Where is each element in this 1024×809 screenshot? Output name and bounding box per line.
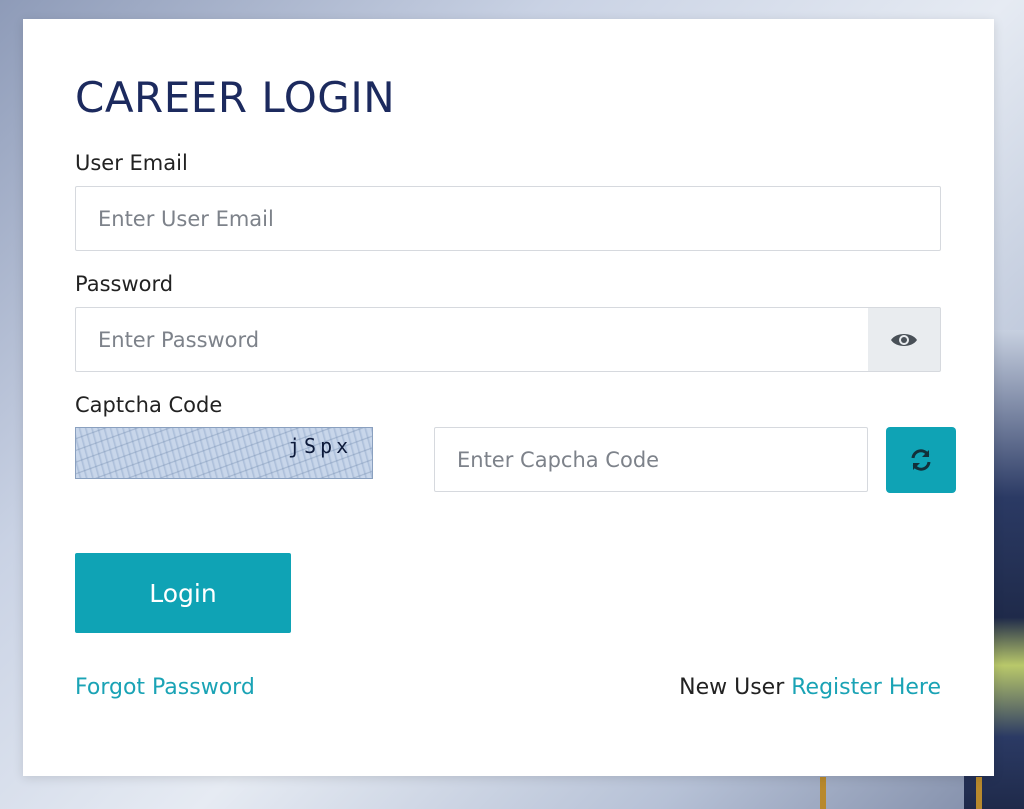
refresh-captcha-button[interactable]	[886, 427, 956, 493]
new-user-label: New User	[679, 675, 785, 700]
background-scaffold-image	[820, 777, 982, 809]
captcha-label: Captcha Code	[75, 393, 223, 417]
captcha-input[interactable]	[434, 427, 868, 492]
eye-icon	[891, 333, 917, 346]
register-link[interactable]: Register Here	[791, 675, 941, 700]
password-field[interactable]	[75, 307, 869, 372]
captcha-text: jSpx	[288, 434, 353, 458]
email-label: User Email	[75, 151, 188, 175]
forgot-password-link[interactable]: Forgot Password	[75, 675, 255, 700]
login-button[interactable]: Login	[75, 553, 291, 633]
password-label: Password	[75, 272, 174, 296]
page-title: CAREER LOGIN	[75, 73, 396, 122]
new-user-text: New User Register Here	[679, 675, 941, 700]
refresh-icon	[911, 449, 931, 471]
captcha-image: jSpx	[75, 427, 373, 479]
email-field[interactable]	[75, 186, 941, 251]
show-password-button[interactable]	[868, 307, 941, 372]
login-card: CAREER LOGIN User Email Password Captcha…	[23, 19, 994, 776]
